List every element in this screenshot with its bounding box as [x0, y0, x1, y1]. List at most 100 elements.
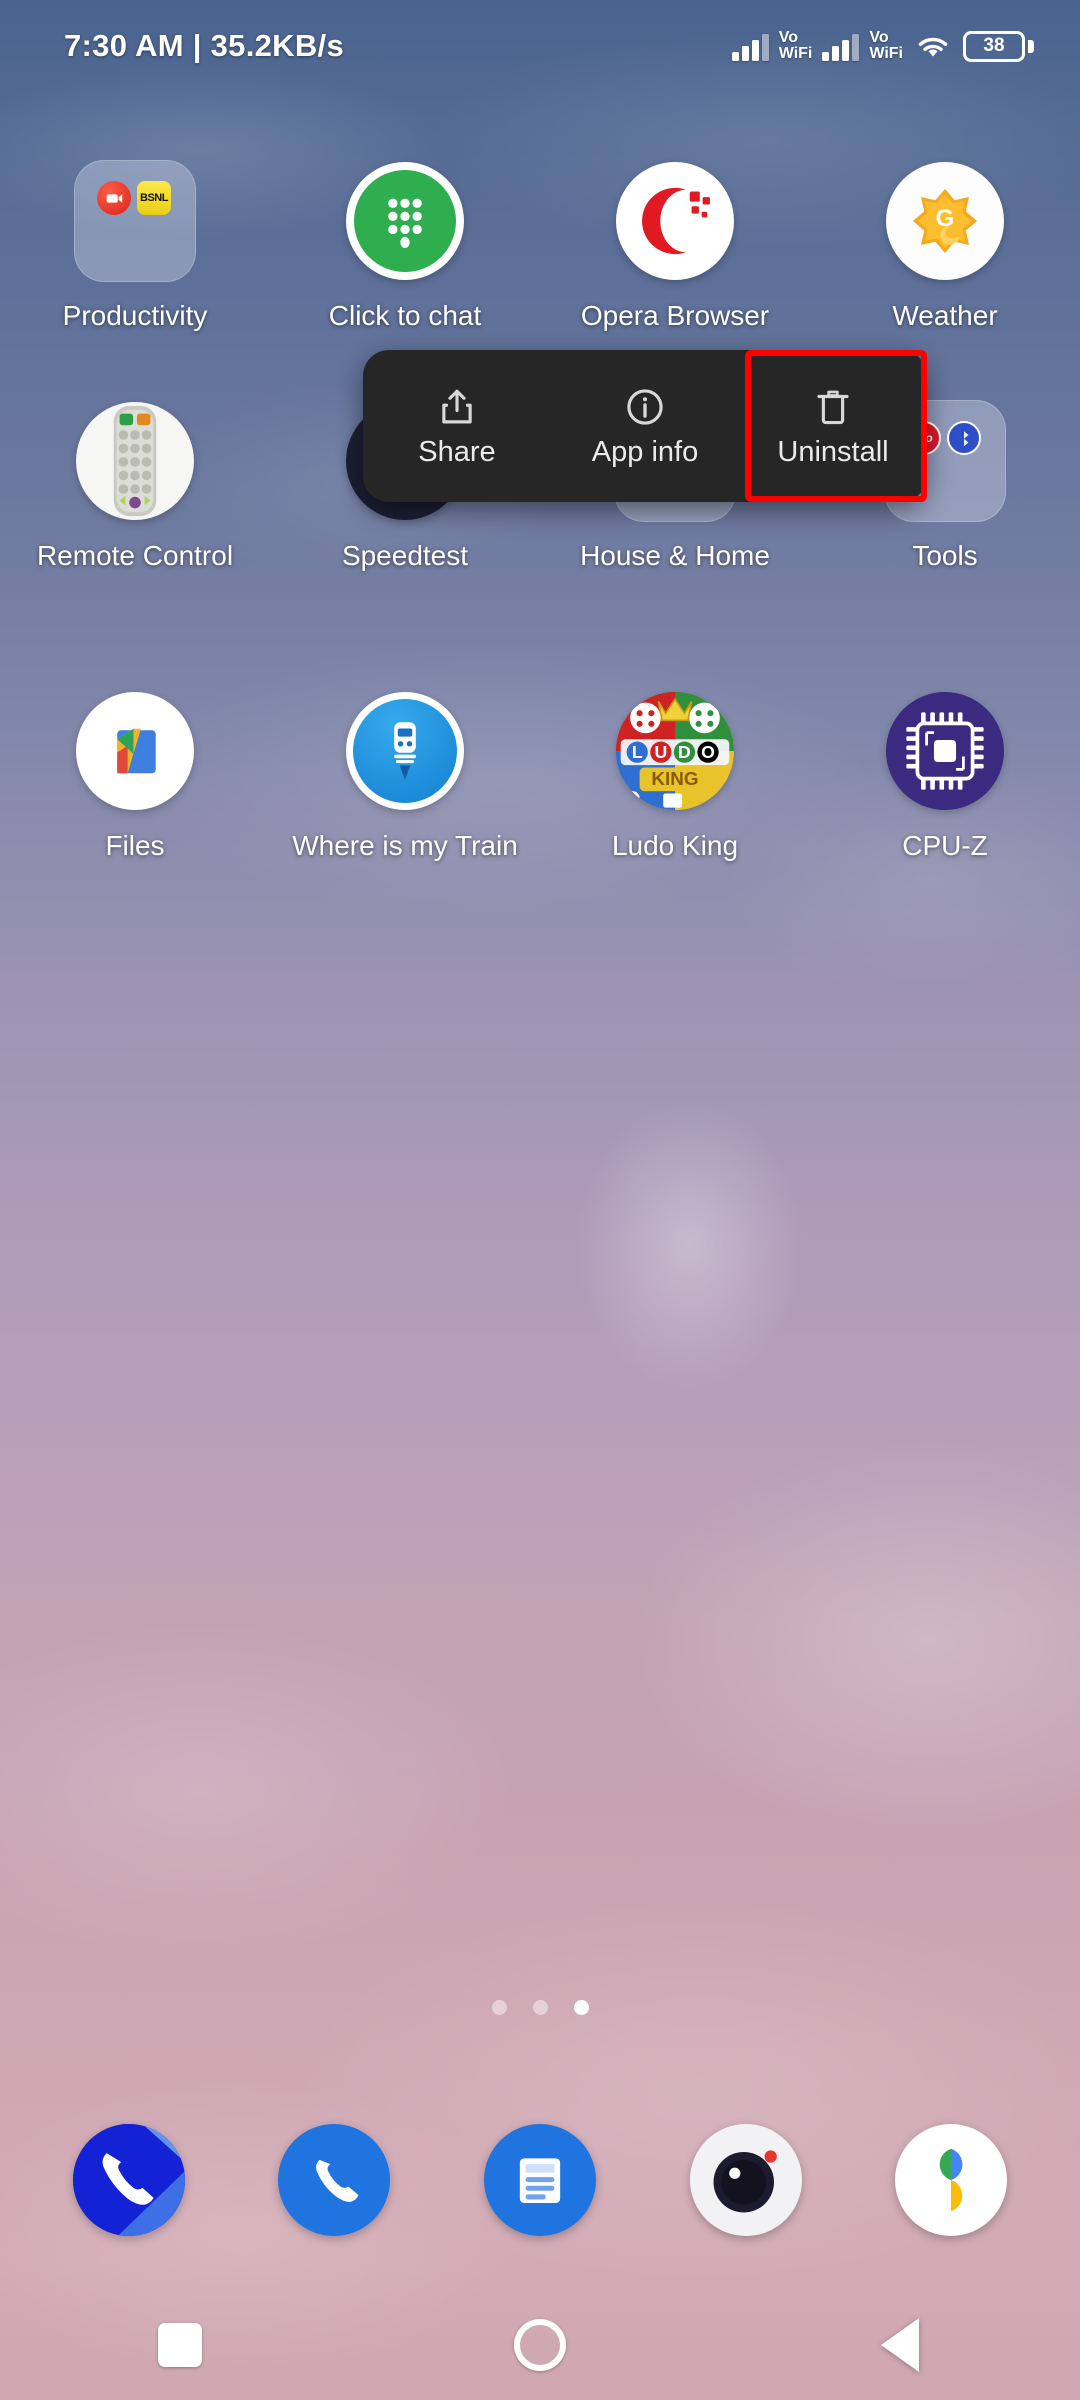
info-circle-icon [627, 388, 663, 425]
app-label: CPU-Z [902, 830, 988, 861]
remote-glyph [113, 405, 157, 517]
page-dot-active[interactable] [573, 2000, 589, 2015]
app-label: Remote Control [36, 540, 234, 571]
icon-circle: G [886, 162, 1004, 280]
messages-icon[interactable] [483, 2124, 596, 2236]
volte-top-text: Vo [778, 29, 799, 46]
trash-icon [817, 390, 849, 424]
camera-icon[interactable] [689, 2124, 802, 2236]
nav-home-button[interactable] [470, 2305, 610, 2385]
svg-text:L: L [632, 742, 643, 762]
sun-star-glyph: G [913, 189, 977, 253]
app-cell-productivity[interactable]: BSNL Productivity [0, 160, 270, 400]
cpu-chip-glyph [906, 712, 984, 790]
battery-indicator: 38 [963, 30, 1034, 62]
nav-back-button[interactable] [830, 2305, 970, 2385]
files-glyph [117, 728, 156, 774]
app-label: Speedtest [341, 540, 469, 571]
app-grid: BSNL Productivity Click to chat Opera Br… [0, 160, 1080, 950]
context-menu-label: App info [591, 435, 699, 468]
dialer-glyph [72, 2124, 185, 2236]
app-cell-cpu-z[interactable]: CPU-Z [810, 690, 1080, 950]
svg-text:KING: KING [651, 768, 698, 789]
page-indicator [0, 2000, 1080, 2015]
keypad-glyph [388, 198, 422, 249]
signal-bars-sim1-icon [731, 31, 769, 61]
svg-text:D: D [678, 742, 691, 762]
app-row: Files Where is my Train L U D O KING Lud… [0, 690, 1080, 950]
icon-circle [346, 162, 464, 280]
navigation-bar [0, 2290, 1080, 2400]
icon-circle [886, 692, 1004, 810]
recents-square-icon [158, 2323, 202, 2367]
app-cell-ludo-king[interactable]: L U D O KING Ludo King [540, 690, 810, 950]
svg-text:O: O [701, 742, 715, 762]
files-icon[interactable] [74, 690, 196, 812]
signal-bars-sim2-icon [822, 31, 860, 61]
share-icon [442, 389, 472, 423]
message-sheet-glyph [519, 2158, 561, 2204]
status-clock-and-netspeed: 7:30 AM | 35.2KB/s [64, 28, 344, 63]
context-menu-item-uninstall[interactable]: Uninstall [739, 350, 927, 502]
app-label: House & Home [580, 540, 770, 571]
ludo-board-glyph: L U D O KING [616, 692, 734, 810]
app-label: Where is my Train [292, 830, 518, 861]
weather-icon[interactable]: G [884, 160, 1006, 282]
app-label: Tools [912, 540, 978, 571]
context-menu-item-share[interactable]: Share [363, 350, 551, 502]
svg-text:U: U [654, 742, 667, 762]
folder-productivity-icon[interactable]: BSNL [74, 160, 196, 282]
home-screen: 7:30 AM | 35.2KB/s Vo WiFi Vo WiFi 38 BS… [0, 0, 1080, 2400]
folder-tile: BSNL [74, 160, 196, 282]
where-is-my-train-icon[interactable] [344, 690, 466, 812]
app-label: Ludo King [611, 830, 739, 861]
battery-tip [1028, 39, 1034, 53]
page-dot[interactable] [532, 2000, 548, 2015]
home-circle-icon [514, 2319, 566, 2371]
phone-handset-glyph [316, 2159, 359, 2202]
icon-circle [346, 692, 464, 810]
nav-recents-button[interactable] [110, 2305, 250, 2385]
icon-circle [616, 162, 734, 280]
cloud-wisp [0, 1620, 520, 1960]
cloud-wisp [620, 1430, 1080, 1850]
remote-control-icon[interactable] [74, 400, 196, 522]
volte-wifi-sim2-label: Vo WiFi [869, 30, 903, 62]
app-cell-files[interactable]: Files [0, 690, 270, 950]
cloud-wisp [560, 1080, 820, 1410]
volte-bottom-text: WiFi [869, 45, 903, 62]
volte-wifi-sim1-label: Vo WiFi [779, 30, 813, 62]
volte-top-text: Vo [869, 29, 889, 46]
folder-mini-icon [947, 421, 981, 455]
icon-circle [76, 692, 194, 810]
icon-circle: L U D O KING [616, 692, 734, 810]
status-bar: 7:30 AM | 35.2KB/s Vo WiFi Vo WiFi 38 [0, 0, 1080, 92]
app-cell-remote-control[interactable]: Remote Control [0, 400, 270, 690]
battery-level-text: 38 [963, 30, 1025, 62]
app-label: Weather [892, 300, 998, 331]
ludo-king-icon[interactable]: L U D O KING [614, 690, 736, 812]
phone-icon[interactable] [278, 2124, 391, 2236]
app-label: Click to chat [328, 300, 482, 331]
app-label: Opera Browser [580, 300, 770, 331]
app-label: Files [105, 830, 165, 861]
app-cell-where-is-my-train[interactable]: Where is my Train [270, 690, 540, 950]
cpu-z-icon[interactable] [884, 690, 1006, 812]
opera-browser-icon[interactable] [614, 160, 736, 282]
opera-glyph [642, 187, 710, 255]
folder-mini-icon [97, 181, 131, 215]
page-dot[interactable] [491, 2000, 507, 2015]
app-label: Productivity [62, 300, 208, 331]
photos-pinwheel-glyph [939, 2148, 963, 2212]
dialer-icon[interactable] [72, 2124, 185, 2236]
train-glyph [394, 722, 416, 780]
icon-circle [76, 402, 194, 520]
volte-bottom-text: WiFi [778, 45, 813, 62]
folder-mini-icon: BSNL [137, 181, 171, 215]
context-menu-item-app-info[interactable]: App info [551, 350, 739, 502]
google-photos-icon[interactable] [895, 2124, 1008, 2236]
context-menu-label: Uninstall [777, 435, 889, 468]
status-icons: Vo WiFi Vo WiFi 38 [731, 30, 1034, 62]
context-menu-label: Share [418, 435, 496, 468]
click-to-chat-icon[interactable] [344, 160, 466, 282]
